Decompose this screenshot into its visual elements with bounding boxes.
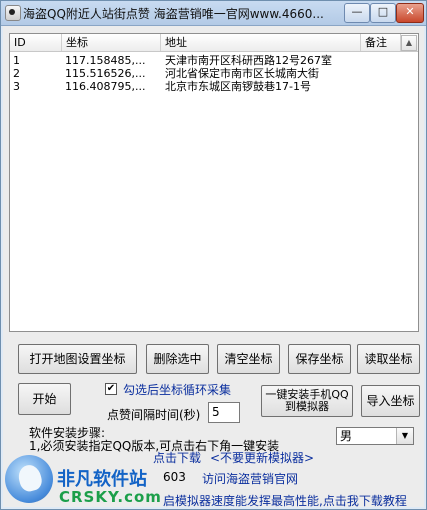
- gender-select-value: 男: [340, 429, 353, 443]
- cell-id: 2: [13, 67, 20, 80]
- cell-address: 天津市南开区科研西路12号267室: [165, 54, 332, 67]
- install-qq-emulator-button[interactable]: 一键安装手机QQ到模拟器: [261, 385, 353, 417]
- cell-coord: 115.516526,...: [65, 67, 146, 80]
- loop-collect-checkbox[interactable]: ✔: [105, 383, 117, 395]
- table-row[interactable]: 3 116.408795,... 北京市东城区南锣鼓巷17-1号: [10, 80, 418, 93]
- title-bar[interactable]: 海盗QQ附近人站街点赞 海盗营销唯一官网www.4660... — □ ✕: [1, 1, 426, 26]
- column-header-coord[interactable]: 坐标: [62, 34, 161, 51]
- no-update-emulator-link[interactable]: <不要更新模拟器>: [210, 449, 314, 466]
- download-link[interactable]: 点击下载: [153, 449, 201, 466]
- window-title: 海盗QQ附近人站街点赞 海盗营销唯一官网www.4660...: [23, 7, 324, 21]
- import-coords-button[interactable]: 导入坐标: [361, 385, 420, 417]
- list-header: ID 坐标 地址 备注: [10, 34, 418, 52]
- cell-coord: 116.408795,...: [65, 80, 146, 93]
- table-row[interactable]: 2 115.516526,... 河北省保定市南市区长城南大街: [10, 67, 418, 80]
- start-button[interactable]: 开始: [18, 383, 71, 415]
- chevron-down-icon[interactable]: ▼: [396, 428, 413, 444]
- cell-coord: 117.158485,...: [65, 54, 146, 67]
- tutorial-download-link[interactable]: 启模拟器速度能发挥最高性能,点击我下载教程: [163, 492, 407, 509]
- cell-id: 3: [13, 80, 20, 93]
- save-coords-button[interactable]: 保存坐标: [288, 344, 351, 374]
- official-site-link[interactable]: 访问海盗营销官网: [202, 470, 298, 487]
- table-row[interactable]: 1 117.158485,... 天津市南开区科研西路12号267室: [10, 54, 418, 67]
- close-button[interactable]: ✕: [396, 3, 424, 23]
- cell-address: 北京市东城区南锣鼓巷17-1号: [165, 80, 311, 93]
- cell-address: 河北省保定市南市区长城南大街: [165, 67, 319, 80]
- main-window: 海盗QQ附近人站街点赞 海盗营销唯一官网www.4660... — □ ✕ ID…: [0, 0, 427, 510]
- number-fragment: 603: [163, 470, 186, 484]
- column-header-address[interactable]: 地址: [161, 34, 361, 51]
- watermark-domain: CRSKY.com: [59, 488, 162, 506]
- app-icon: [5, 5, 21, 21]
- coordinates-list[interactable]: ID 坐标 地址 备注 ▲ 1 117.158485,... 天津市南开区科研西…: [9, 33, 419, 332]
- maximize-button[interactable]: □: [370, 3, 396, 23]
- scroll-up-arrow-icon[interactable]: ▲: [401, 35, 417, 51]
- interval-label: 点赞间隔时间(秒): [107, 408, 201, 422]
- delete-selected-button[interactable]: 删除选中: [146, 344, 209, 374]
- clear-coords-button[interactable]: 清空坐标: [217, 344, 280, 374]
- open-map-button[interactable]: 打开地图设置坐标: [18, 344, 137, 374]
- client-area: ID 坐标 地址 备注 ▲ 1 117.158485,... 天津市南开区科研西…: [3, 26, 424, 509]
- cell-id: 1: [13, 54, 20, 67]
- crsky-logo-icon: [5, 455, 53, 503]
- checkmark-icon: ✔: [106, 383, 116, 394]
- column-header-id[interactable]: ID: [10, 34, 62, 51]
- read-coords-button[interactable]: 读取坐标: [357, 344, 420, 374]
- loop-collect-label: 勾选后坐标循环采集: [123, 383, 232, 397]
- gender-select[interactable]: 男 ▼: [336, 427, 414, 445]
- interval-input[interactable]: 5: [208, 402, 240, 423]
- column-header-note[interactable]: 备注: [361, 34, 401, 51]
- minimize-button[interactable]: —: [344, 3, 370, 23]
